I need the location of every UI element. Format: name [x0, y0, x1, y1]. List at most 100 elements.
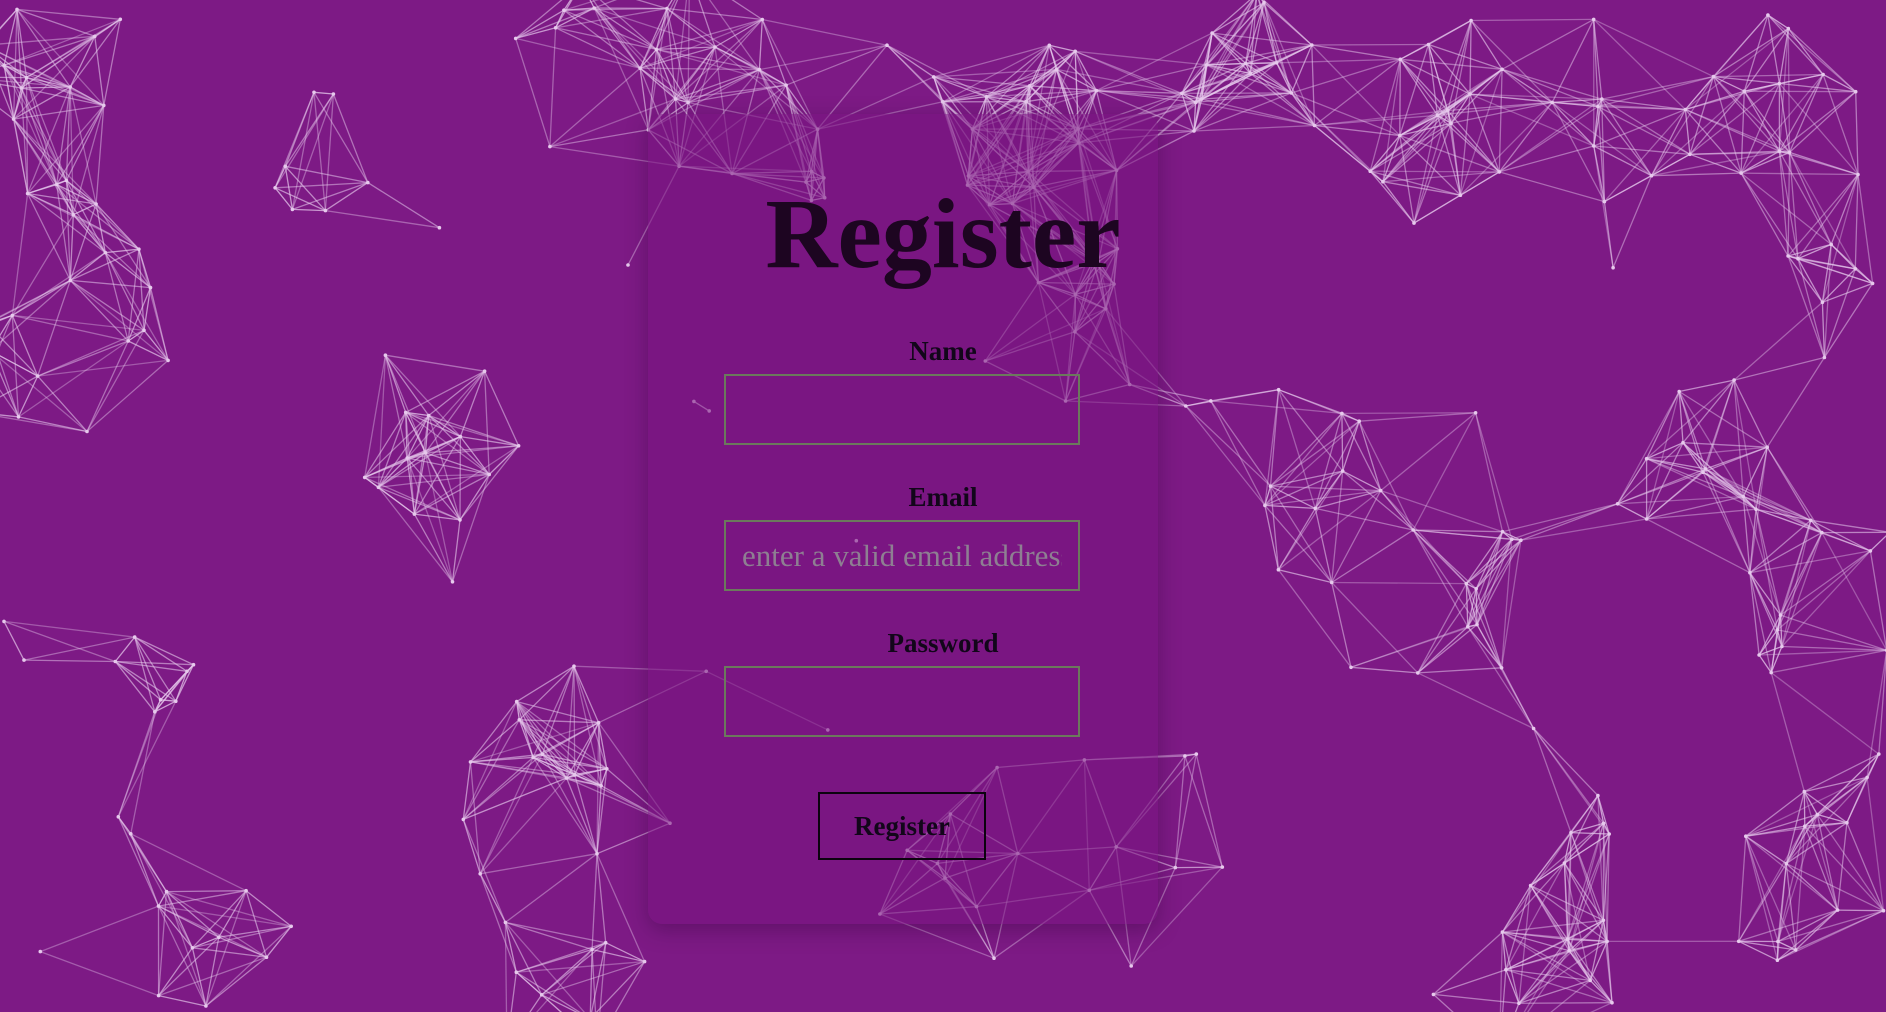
network-node [1500, 930, 1505, 934]
network-line [1359, 412, 1476, 422]
network-line [103, 19, 121, 106]
network-line [573, 665, 600, 723]
network-line [1855, 91, 1859, 175]
network-line [1369, 59, 1401, 172]
network-node [1276, 567, 1281, 572]
network-node [1173, 865, 1178, 870]
network-node [885, 43, 889, 47]
network-line [761, 19, 819, 130]
network-line [0, 8, 18, 30]
network-node [482, 369, 487, 374]
network-line [886, 44, 987, 98]
network-line [1474, 412, 1504, 532]
network-line [1745, 836, 1779, 942]
network-node [174, 699, 178, 703]
network-node [1742, 89, 1747, 93]
email-input[interactable] [724, 520, 1080, 591]
network-node [1310, 43, 1314, 47]
network-line [1744, 90, 1856, 93]
network-node [1340, 469, 1345, 473]
network-node [1262, 0, 1266, 5]
network-line [505, 853, 598, 923]
network-node [1073, 49, 1077, 54]
network-node [185, 669, 189, 674]
network-line [1380, 412, 1477, 492]
network-node [190, 946, 195, 950]
network-node [1504, 967, 1508, 972]
network-line [515, 971, 543, 996]
network-node [312, 90, 316, 95]
network-node [1607, 832, 1611, 836]
network-node [1605, 939, 1609, 944]
network-line [130, 833, 160, 907]
network-node [1193, 100, 1198, 105]
network-node [283, 164, 288, 169]
network-line [1646, 518, 1751, 574]
network-node [1469, 18, 1473, 23]
network-line [1331, 581, 1467, 585]
network-node [1519, 538, 1523, 542]
password-input[interactable] [724, 666, 1080, 737]
network-line [1869, 535, 1886, 552]
network-line [1350, 666, 1418, 674]
network-node [1567, 948, 1571, 953]
network-node [1821, 72, 1825, 77]
network-node [1449, 121, 1453, 126]
network-node [1510, 537, 1514, 541]
network-line [69, 86, 105, 106]
network-line [1469, 20, 1472, 95]
name-input[interactable] [724, 374, 1080, 445]
network-line [405, 370, 485, 413]
network-node [1129, 964, 1133, 968]
network-line [364, 452, 426, 479]
network-line [1290, 92, 1371, 172]
network-line [12, 9, 18, 120]
network-node [458, 518, 462, 522]
network-line [596, 853, 607, 943]
network-node [1815, 812, 1820, 817]
network-line [1465, 539, 1522, 585]
network-node [1793, 948, 1798, 952]
network-node [426, 413, 431, 418]
network-node [478, 872, 483, 876]
network-line [1358, 420, 1414, 531]
network-line [158, 956, 267, 997]
network-line [1816, 753, 1880, 815]
network-line [515, 38, 551, 147]
network-node [1778, 613, 1783, 617]
network-node [1683, 107, 1688, 112]
network-node [1777, 81, 1782, 86]
network-node [1732, 378, 1736, 382]
network-node [403, 410, 408, 415]
network-line [1311, 44, 1401, 60]
network-node [503, 920, 508, 925]
network-node [1180, 91, 1184, 96]
network-line [1498, 69, 1503, 172]
network-node [984, 94, 989, 99]
network-node [1881, 908, 1886, 913]
network-node [1289, 91, 1294, 95]
network-node [10, 313, 15, 318]
network-line [1789, 91, 1857, 153]
network-line [1593, 108, 1686, 147]
network-node [1809, 518, 1813, 523]
network-node [673, 97, 678, 101]
network-node [1340, 411, 1344, 416]
network-line [1341, 413, 1344, 472]
network-line [1433, 969, 1507, 996]
network-node [1820, 300, 1825, 305]
network-line [1552, 101, 1686, 111]
network-node [1550, 100, 1554, 105]
network-node [24, 75, 29, 80]
network-node [539, 993, 544, 997]
network-node [142, 328, 146, 333]
network-node [2, 63, 6, 67]
network-line [1341, 412, 1476, 415]
network-node [1368, 169, 1372, 173]
network-node [1474, 587, 1478, 591]
network-line [1733, 380, 1744, 497]
register-button[interactable]: Register [818, 792, 986, 860]
network-line [1471, 18, 1594, 22]
network-line [1713, 14, 1769, 78]
network-node [599, 783, 603, 788]
